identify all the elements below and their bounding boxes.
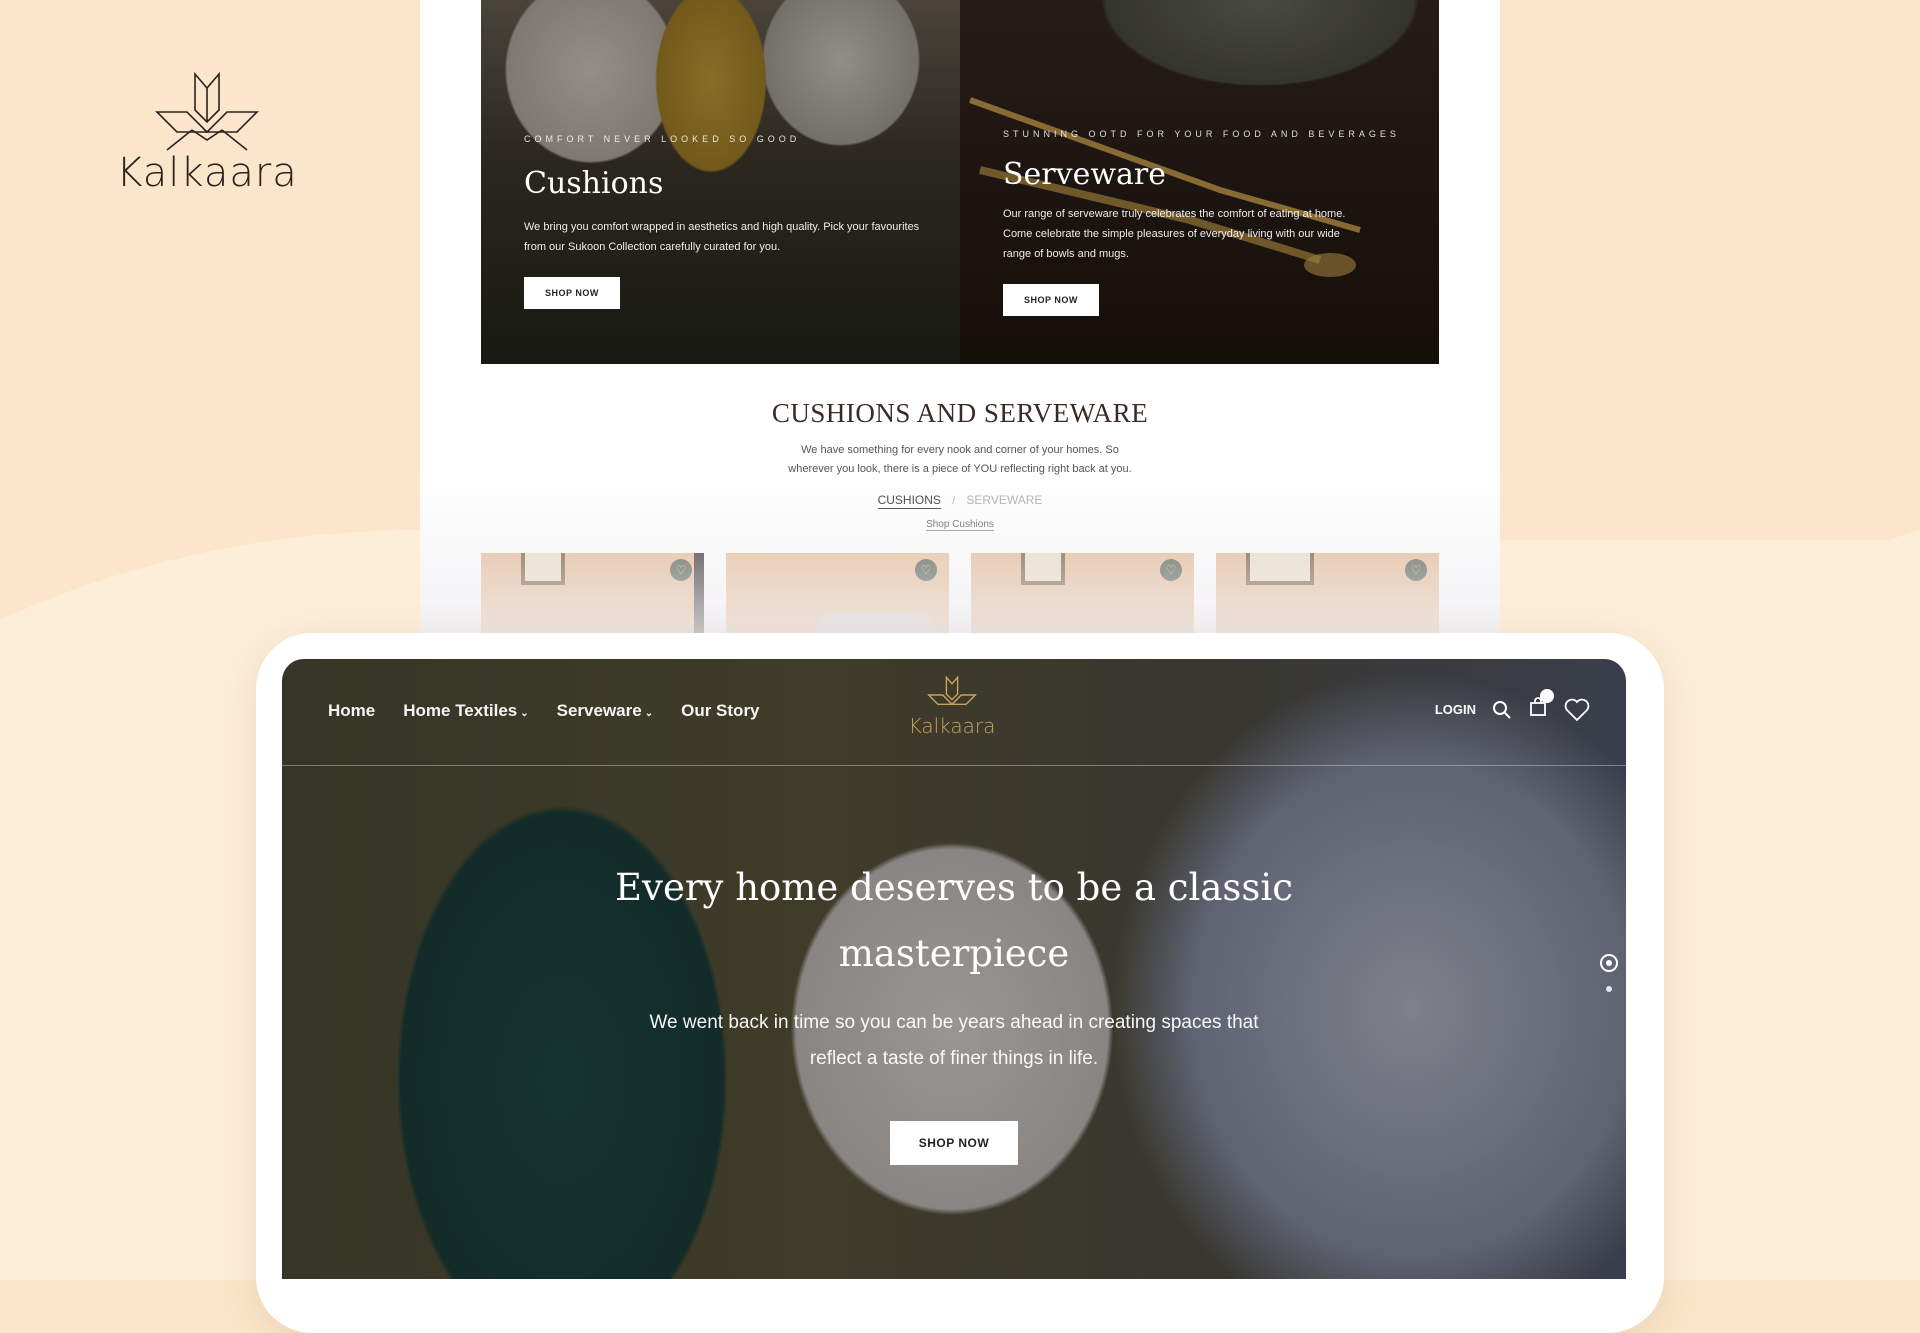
nav-item-home[interactable]: Home [328,701,375,721]
banner-kicker: COMFORT NEVER LOOKED SO GOOD [524,134,801,144]
shop-cushions-link[interactable]: Shop Cushions [926,519,994,531]
brand-name: Kalkaara [116,150,298,196]
hero-subtitle: We went back in time so you can be years… [649,1012,1259,1069]
frame-image [1246,553,1314,585]
frame-image [1021,553,1065,585]
hero-shop-now-button[interactable]: SHOP NOW [889,1121,1019,1165]
section-description: We have something for every nook and cor… [788,444,1132,475]
nav-logo-text: Kalkaara [908,714,996,738]
nav-item-our-story[interactable]: Our Story [681,701,759,721]
section-title: CUSHIONS AND SERVEWARE [771,398,1149,428]
cushions-banner[interactable]: COMFORT NEVER LOOKED SO GOOD Cushions We… [481,0,960,364]
hero-title: Every home deserves to be a classic mast… [615,866,1293,975]
search-icon[interactable] [1492,700,1512,720]
chevron-down-icon: ⌄ [644,708,654,719]
kalkaara-logo-icon [926,675,978,706]
product-card[interactable]: ♡ [726,553,949,640]
heart-icon[interactable]: ♡ [1405,559,1427,581]
nav-logo[interactable]: Kalkaara [897,675,1007,738]
heart-icon[interactable]: ♡ [1160,559,1182,581]
product-card[interactable]: ♡ [481,553,704,640]
heart-icon[interactable] [1564,698,1590,722]
kalkaara-logo-icon [155,72,259,151]
brand-block: Kalkaara [112,72,302,196]
product-card[interactable]: ♡ [971,553,1194,640]
desktop-mockup: COMFORT NEVER LOOKED SO GOOD Cushions We… [420,0,1500,640]
heart-icon[interactable]: ♡ [915,559,937,581]
serveware-banner[interactable]: STUNNING OOTD FOR YOUR FOOD AND BEVERAGE… [960,0,1439,364]
banner-title: Serveware [1003,157,1167,192]
login-link[interactable]: LOGIN [1435,702,1476,717]
banner-description: We bring you comfort wrapped in aestheti… [524,221,920,253]
slider-dots [1600,954,1618,992]
shop-now-button[interactable]: SHOP NOW [1003,284,1099,316]
tablet-screen: Home Home Textiles ⌄ Serveware ⌄ Our Story… [282,659,1626,1279]
frame-image [521,553,565,585]
collection-section: CUSHIONS AND SERVEWARE We have something… [420,398,1500,532]
category-banners: COMFORT NEVER LOOKED SO GOOD Cushions We… [481,0,1439,364]
cart-badge [1540,689,1554,703]
tablet-mockup: Home Home Textiles ⌄ Serveware ⌄ Our Story… [256,633,1664,1333]
banner-title: Cushions [524,166,664,201]
hero-section: Every home deserves to be a classic mast… [282,855,1626,1165]
banner-description: Our range of serveware truly celebrates … [1003,208,1346,260]
slider-dot-active[interactable] [1600,954,1618,972]
banner-kicker: STUNNING OOTD FOR YOUR FOOD AND BEVERAGE… [1003,129,1400,139]
collection-tabs: CUSHIONS / SERVEWARE [420,493,1500,509]
heart-icon[interactable]: ♡ [670,559,692,581]
tab-serveware[interactable]: SERVEWARE [966,493,1042,507]
nav-links: Home Home Textiles ⌄ Serveware ⌄ Our Story [328,701,760,721]
nav-item-serveware[interactable]: Serveware ⌄ [557,701,653,721]
nav-item-home-textiles[interactable]: Home Textiles ⌄ [403,701,528,721]
top-navigation: Home Home Textiles ⌄ Serveware ⌄ Our Story… [282,659,1626,766]
product-card[interactable]: ♡ [1216,553,1439,640]
slider-dot[interactable] [1606,986,1612,992]
shop-now-button[interactable]: SHOP NOW [524,277,620,309]
nav-actions: LOGIN [1435,689,1590,722]
product-grid: ♡ ♡ ♡ ♡ [481,553,1439,640]
tab-separator: / [952,496,956,507]
chevron-down-icon: ⌄ [520,708,529,719]
cart-button[interactable] [1528,689,1554,722]
